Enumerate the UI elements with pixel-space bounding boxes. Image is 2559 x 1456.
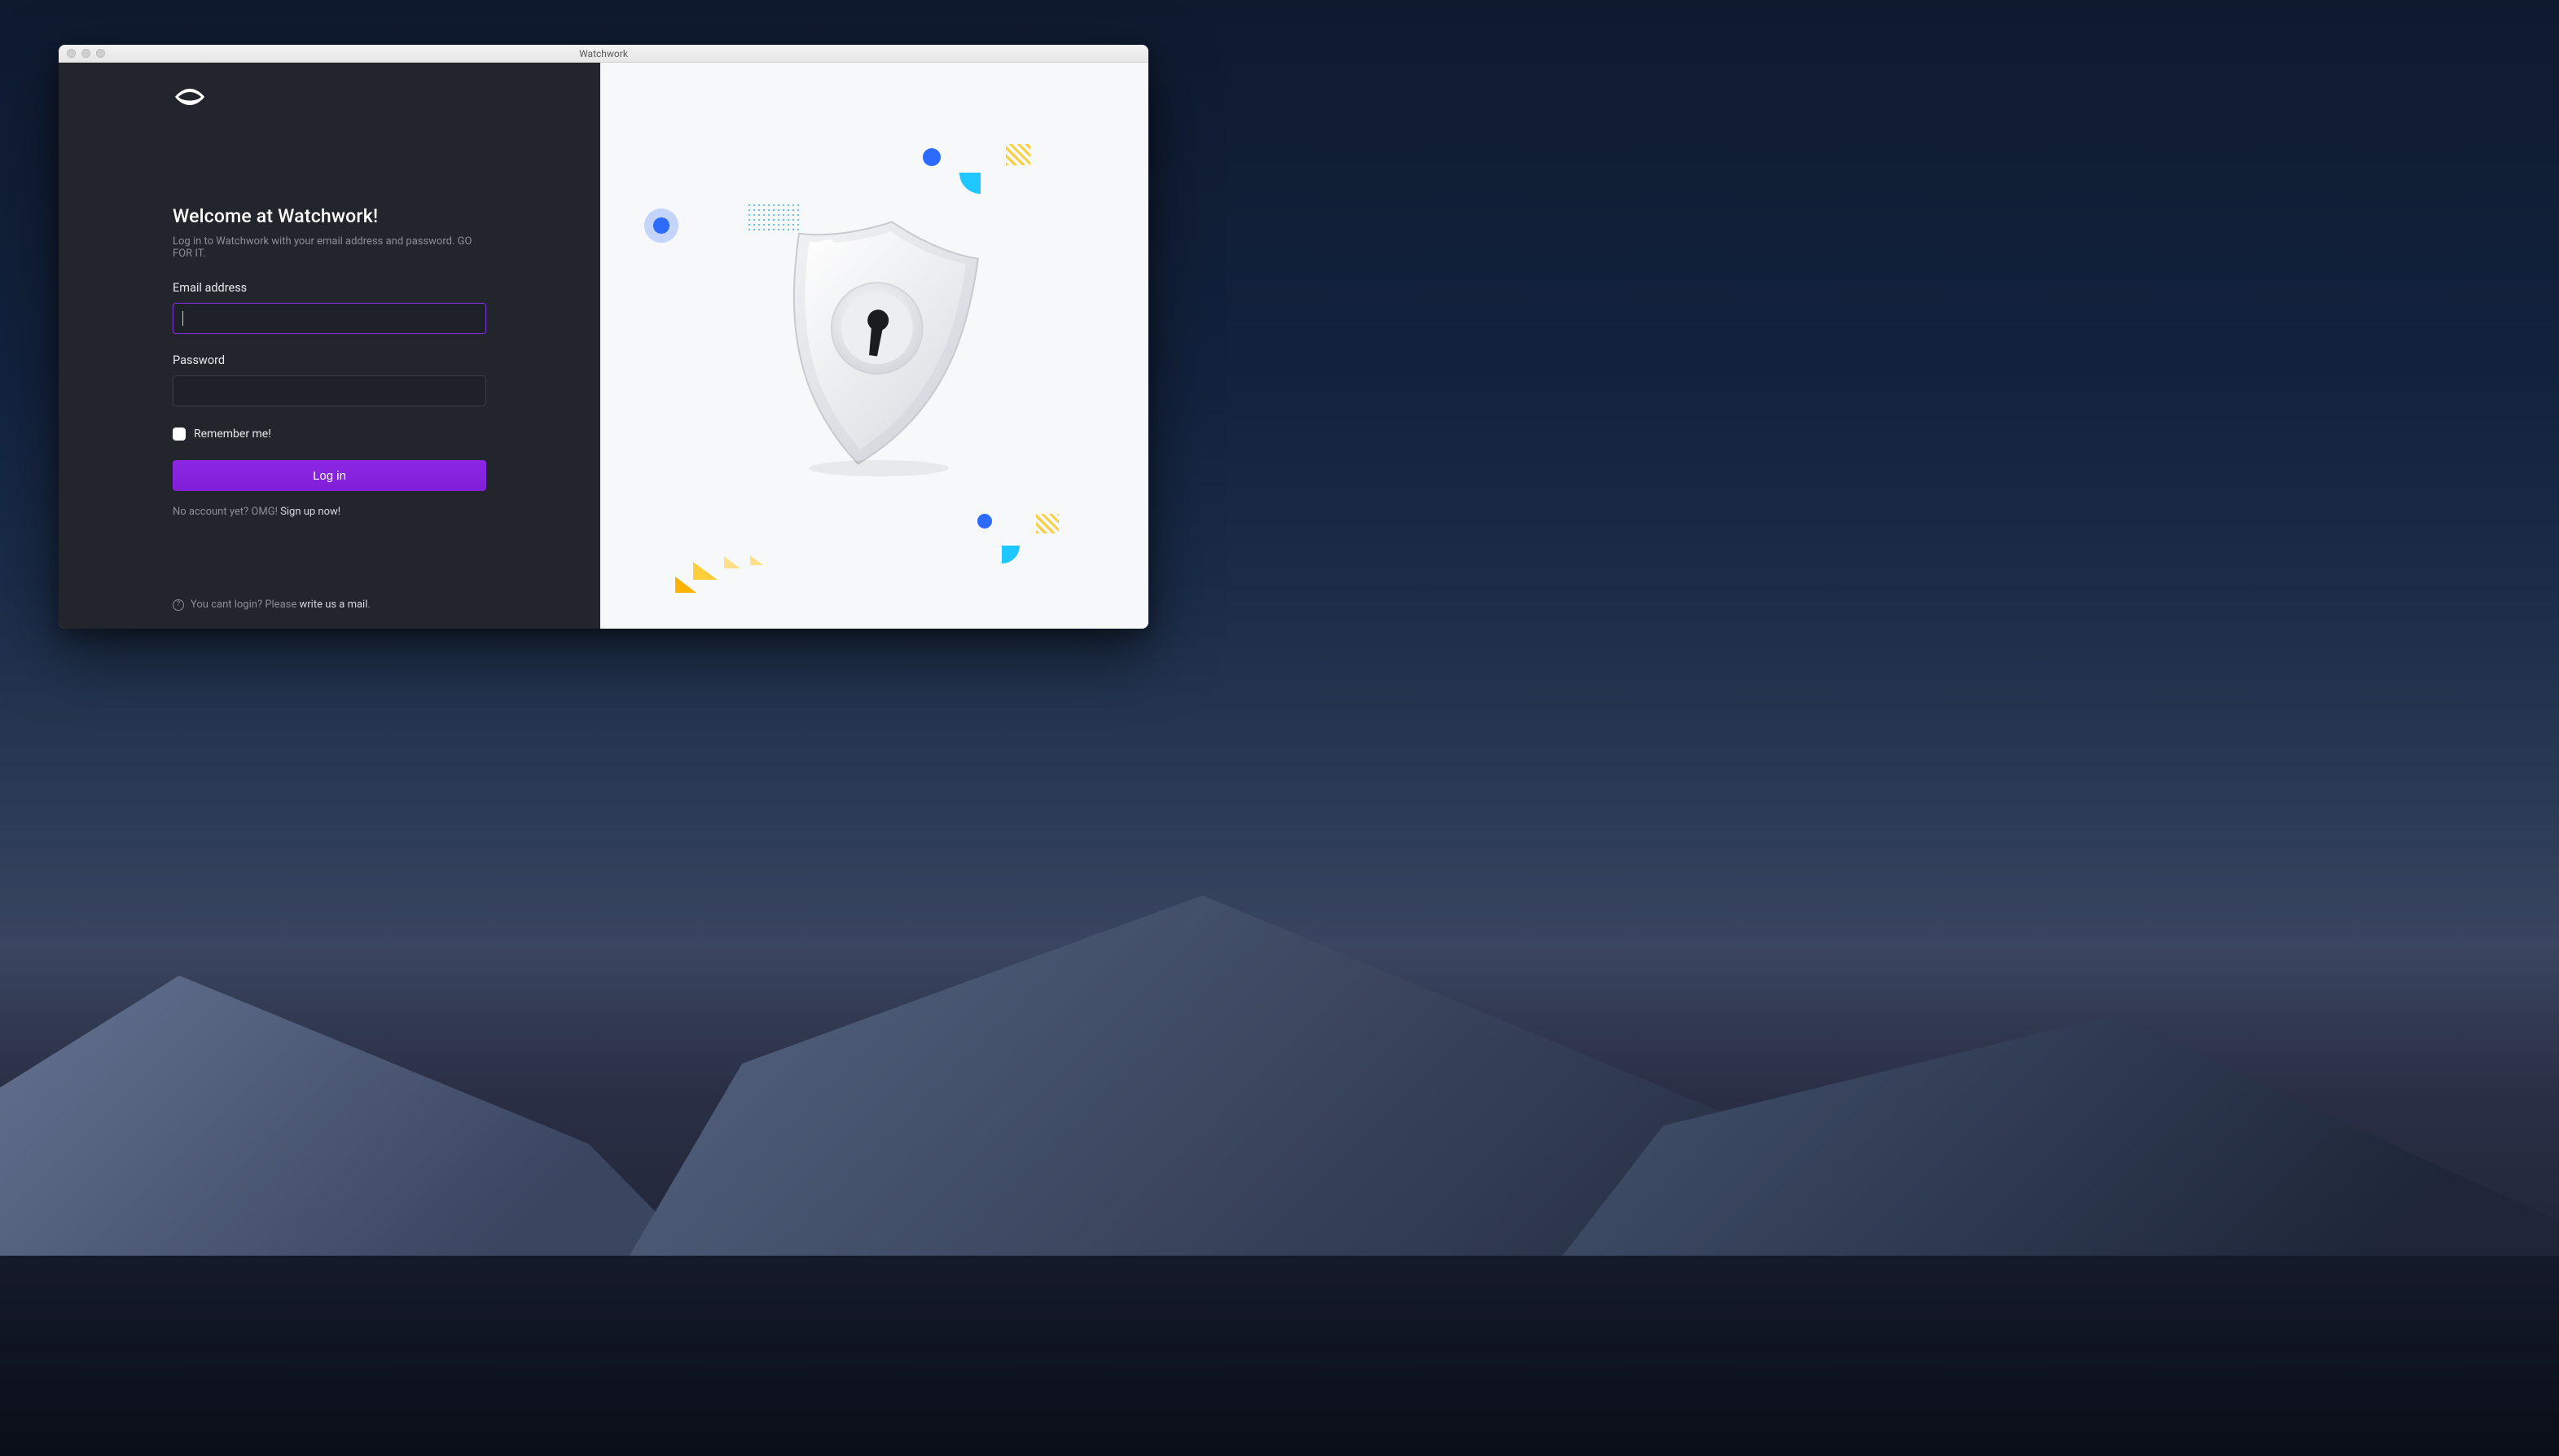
window-titlebar[interactable]: Watchwork: [59, 45, 1148, 63]
decoration-quarter-icon: [959, 173, 981, 194]
login-subhead: Log in to Watchwork with your email addr…: [173, 235, 486, 260]
illustration-panel: [600, 63, 1148, 629]
help-link[interactable]: write us a mail: [299, 599, 367, 611]
email-field[interactable]: [173, 303, 486, 334]
help-row: ? You cant login? Please write us a mail…: [173, 599, 486, 611]
help-icon: ?: [173, 599, 184, 611]
decoration-quarter-icon: [1002, 546, 1020, 564]
decoration-dot-icon: [923, 148, 941, 166]
shield-lock-icon: [757, 206, 993, 486]
password-label: Password: [173, 353, 486, 367]
decoration-triangles-icon: [675, 544, 765, 593]
help-prefix: You cant login? Please: [191, 599, 299, 611]
decoration-stripes-icon: [1006, 144, 1030, 165]
eye-icon: [173, 96, 207, 112]
signup-line: No account yet? OMG! Sign up now!: [173, 506, 486, 518]
text-caret: [182, 311, 183, 326]
login-headline: Welcome at Watchwork!: [173, 205, 486, 227]
decoration-ring-icon: [643, 208, 679, 243]
app-logo: [173, 86, 486, 112]
window-minimize-button[interactable]: [81, 49, 90, 58]
signup-link[interactable]: Sign up now!: [280, 506, 340, 518]
decoration-dot-icon: [977, 514, 992, 528]
app-window: Watchwork Welcome at Watchwork! Log in t…: [59, 45, 1148, 629]
login-panel: Welcome at Watchwork! Log in to Watchwor…: [59, 63, 600, 629]
remember-me-label: Remember me!: [194, 428, 271, 441]
signup-prefix: No account yet? OMG!: [173, 506, 280, 518]
help-suffix: .: [367, 599, 370, 611]
window-close-button[interactable]: [67, 49, 76, 58]
password-field[interactable]: [173, 375, 486, 406]
login-button[interactable]: Log in: [173, 460, 486, 491]
remember-me-checkbox[interactable]: [173, 428, 186, 441]
decoration-stripes-icon: [1036, 514, 1059, 533]
window-maximize-button[interactable]: [96, 49, 105, 58]
email-label: Email address: [173, 281, 486, 295]
window-title: Watchwork: [59, 48, 1148, 59]
